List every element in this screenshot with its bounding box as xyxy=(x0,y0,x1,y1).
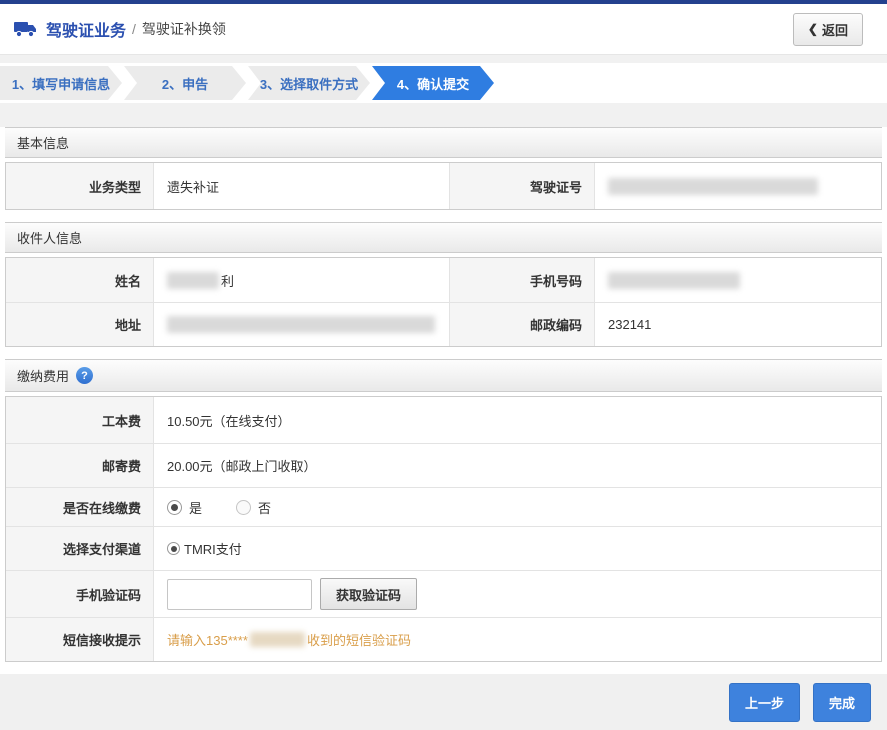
online-pay-option-yes[interactable]: 是 xyxy=(167,498,202,517)
name-value: 利 xyxy=(154,258,450,302)
license-no-value xyxy=(595,163,881,209)
payment-channel-label: 选择支付渠道 xyxy=(6,527,154,570)
redacted-name xyxy=(167,272,219,289)
license-no-label: 驾驶证号 xyxy=(450,163,595,209)
radio-checked-icon[interactable] xyxy=(167,500,182,515)
redacted-address xyxy=(167,316,435,333)
production-fee-value: 10.50元（在线支付） xyxy=(154,397,881,443)
tab-step-3-pickup-method[interactable]: 3、选择取件方式 xyxy=(248,66,370,100)
payment-channel-tmri-label: TMRI支付 xyxy=(184,539,242,558)
back-button-label: 返回 xyxy=(822,20,848,39)
postage-fee-label: 邮寄费 xyxy=(6,444,154,487)
online-pay-yes-label: 是 xyxy=(189,498,202,517)
redacted-phone xyxy=(608,272,740,289)
sms-hint-suffix: 收到的短信验证码 xyxy=(307,630,411,649)
sms-hint-value: 请输入135**** 收到的短信验证码 xyxy=(154,618,881,661)
truck-icon xyxy=(14,19,38,39)
breadcrumb-separator: / xyxy=(132,21,136,37)
business-type-label: 业务类型 xyxy=(6,163,154,209)
production-fee-label: 工本费 xyxy=(6,397,154,443)
basic-info-section: 基本信息 业务类型 遗失补证 驾驶证号 xyxy=(5,127,882,210)
recipient-info-title: 收件人信息 xyxy=(17,228,82,247)
payment-fees-section: 缴纳费用 ? 工本费 10.50元（在线支付） 邮寄费 20.00元（邮政上门收… xyxy=(5,359,882,662)
captcha-label: 手机验证码 xyxy=(6,571,154,617)
step-tabs: 1、填写申请信息 2、申告 3、选择取件方式 4、确认提交 xyxy=(0,63,887,103)
radio-unchecked-icon[interactable] xyxy=(236,500,251,515)
basic-info-table: 业务类型 遗失补证 驾驶证号 xyxy=(5,162,882,210)
postcode-value: 232141 xyxy=(595,303,881,346)
recipient-info-table: 姓名 利 手机号码 地址 邮政编码 232141 xyxy=(5,257,882,347)
phone-value xyxy=(595,258,881,302)
sms-hint-text: 请输入135**** 收到的短信验证码 xyxy=(167,630,411,649)
footer-action-bar: 上一步 完成 xyxy=(0,674,887,730)
redacted-license-no xyxy=(608,178,818,195)
basic-info-title: 基本信息 xyxy=(17,133,69,152)
payment-channel-options: TMRI支付 xyxy=(154,527,881,570)
name-visible-suffix: 利 xyxy=(221,271,234,290)
tab-step-1-fill-application[interactable]: 1、填写申请信息 xyxy=(0,66,122,100)
phone-label: 手机号码 xyxy=(450,258,595,302)
postcode-label: 邮政编码 xyxy=(450,303,595,346)
get-code-button[interactable]: 获取验证码 xyxy=(320,578,417,610)
page-title: 驾驶证业务 xyxy=(46,17,126,41)
online-pay-no-label: 否 xyxy=(258,498,271,517)
name-label: 姓名 xyxy=(6,258,154,302)
redacted-phone-tail xyxy=(250,632,305,647)
back-chevron-icon: ❮ xyxy=(808,22,818,36)
tab-step-4-confirm-submit[interactable]: 4、确认提交 xyxy=(372,66,494,100)
captcha-controls: 获取验证码 xyxy=(154,571,881,617)
payment-fees-section-header: 缴纳费用 ? xyxy=(5,359,882,392)
postage-fee-value: 20.00元（邮政上门收取） xyxy=(154,444,881,487)
radio-checked-icon[interactable] xyxy=(167,542,180,555)
breadcrumb-current: 驾驶证补换领 xyxy=(142,19,226,39)
back-button[interactable]: ❮ 返回 xyxy=(793,13,863,46)
online-pay-options: 是 否 xyxy=(154,488,881,526)
business-type-value: 遗失补证 xyxy=(154,163,450,209)
address-value xyxy=(154,303,450,346)
sms-hint-prefix: 请输入135**** xyxy=(167,630,248,649)
finish-button[interactable]: 完成 xyxy=(813,683,871,722)
divider-band xyxy=(0,103,887,127)
previous-step-button[interactable]: 上一步 xyxy=(729,683,800,722)
recipient-info-section: 收件人信息 姓名 利 手机号码 地址 邮政编码 xyxy=(5,222,882,347)
online-pay-option-no[interactable]: 否 xyxy=(236,498,271,517)
app-header: 驾驶证业务 / 驾驶证补换领 ❮ 返回 xyxy=(0,4,887,55)
divider-band xyxy=(0,55,887,63)
help-icon[interactable]: ? xyxy=(76,367,93,384)
payment-fees-title: 缴纳费用 xyxy=(17,366,69,385)
basic-info-section-header: 基本信息 xyxy=(5,127,882,158)
payment-fees-table: 工本费 10.50元（在线支付） 邮寄费 20.00元（邮政上门收取） 是否在线… xyxy=(5,396,882,662)
sms-hint-label: 短信接收提示 xyxy=(6,618,154,661)
payment-channel-option-tmri[interactable]: TMRI支付 xyxy=(167,539,242,558)
recipient-info-section-header: 收件人信息 xyxy=(5,222,882,253)
address-label: 地址 xyxy=(6,303,154,346)
online-pay-label: 是否在线缴费 xyxy=(6,488,154,526)
captcha-input[interactable] xyxy=(167,579,312,610)
tab-step-2-declare[interactable]: 2、申告 xyxy=(124,66,246,100)
